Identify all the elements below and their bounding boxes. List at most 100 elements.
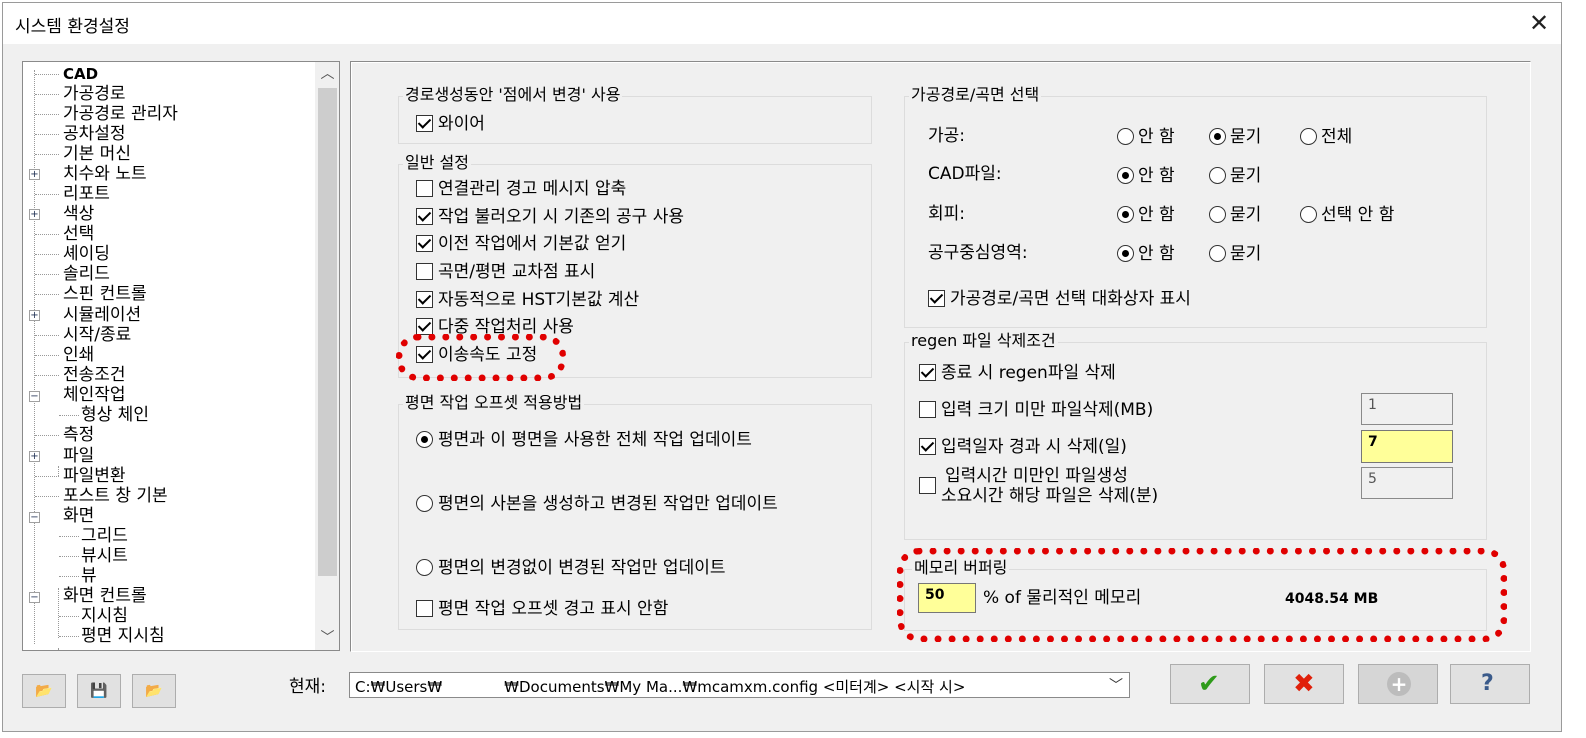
offset-radio-2[interactable] — [416, 495, 433, 512]
tree-item-screen-controls[interactable]: 화면 컨트롤 — [63, 586, 147, 606]
apply-button[interactable]: + — [1358, 664, 1438, 704]
radio-ask[interactable] — [1209, 128, 1226, 145]
collapse-icon[interactable]: − — [29, 592, 40, 603]
radio-ask[interactable] — [1209, 167, 1226, 184]
tree-item-simulation[interactable]: 시뮬레이션 — [63, 305, 141, 325]
tree-item-start-exit[interactable]: 시작/종료 — [63, 325, 131, 345]
checkbox-label: 평면 작업 오프셋 경고 표시 안함 — [438, 599, 669, 619]
scroll-up-icon[interactable]: ︿ — [315, 62, 339, 86]
show-select-dialog-checkbox[interactable] — [928, 290, 945, 307]
radio-none[interactable] — [1117, 167, 1134, 184]
tree-item-toolpath[interactable]: 가공경로 — [63, 84, 126, 104]
checkbox-label: 입력 크기 미만 파일삭제(MB) — [941, 400, 1154, 420]
tree-item-viewsheets[interactable]: 뷰시트 — [81, 546, 128, 566]
tree-item-printing[interactable]: 인쇄 — [63, 345, 94, 365]
tree-item-communications[interactable]: 전송조건 — [63, 365, 126, 385]
group-title: 가공경로/곡면 선택 — [909, 85, 1042, 105]
expand-icon[interactable]: + — [29, 451, 40, 462]
radio-all[interactable] — [1300, 128, 1317, 145]
tree-item-solids[interactable]: 솔리드 — [63, 264, 110, 284]
regen-time-checkbox[interactable] — [919, 477, 936, 494]
merge-file-icon[interactable]: 📂 — [132, 674, 176, 708]
collapse-icon[interactable]: − — [29, 512, 40, 523]
title-bar: 시스템 환경설정 ✕ — [3, 3, 1561, 44]
wire-label: 와이어 — [438, 114, 485, 134]
tree-item-spin-controls[interactable]: 스핀 컨트롤 — [63, 284, 147, 304]
radio-none[interactable] — [1117, 128, 1134, 145]
tree-item-selection[interactable]: 선택 — [63, 224, 94, 244]
tree-item-screen[interactable]: 화면 — [63, 506, 94, 526]
tree-item-default-machine[interactable]: 기본 머신 — [63, 144, 131, 164]
checkbox-item[interactable] — [416, 263, 433, 280]
tree-item-tolerance[interactable]: 공차설정 — [63, 124, 126, 144]
tree-item-measure[interactable]: 측정 — [63, 425, 94, 445]
current-config-path: C:₩Users₩ ₩Documents₩My Ma...₩mcamxm.con… — [355, 678, 966, 696]
checkbox-label: 연결관리 경고 메시지 압축 — [438, 179, 627, 199]
tree-item-dimensions[interactable]: 치수와 노트 — [63, 164, 147, 184]
tree-item-files[interactable]: 파일 — [63, 446, 94, 466]
radio-none[interactable] — [1117, 206, 1134, 223]
ok-button[interactable]: ✔ — [1170, 664, 1250, 704]
tree-item-post-dialog-defaults[interactable]: 포스트 창 기본 — [63, 486, 168, 506]
tree-item-grid[interactable]: 그리드 — [81, 526, 128, 546]
tree-item-chaining[interactable]: 체인작업 — [63, 385, 126, 405]
open-file-icon[interactable]: 📂 — [22, 674, 66, 708]
checkbox-item[interactable] — [416, 318, 433, 335]
tree-item-shading[interactable]: 셰이딩 — [63, 244, 110, 264]
radio-label: 선택 안 함 — [1321, 205, 1395, 225]
current-label: 현재: — [289, 677, 327, 697]
help-button[interactable]: ? — [1450, 664, 1530, 704]
regen-size-input[interactable]: 1 — [1361, 393, 1453, 425]
group-title: 일반 설정 — [403, 153, 471, 173]
radio-none[interactable] — [1117, 245, 1134, 262]
checkbox-label: 종료 시 regen파일 삭제 — [941, 363, 1116, 383]
tree-item-contour-chain[interactable]: 형상 체인 — [81, 405, 149, 425]
cross-icon: ✖ — [1293, 669, 1315, 699]
wire-checkbox[interactable] — [416, 115, 433, 132]
tree-item-cad[interactable]: CAD — [63, 64, 98, 84]
scroll-down-icon[interactable]: ﹀ — [315, 626, 339, 650]
checkbox-label: 곡면/평면 교차점 표시 — [438, 262, 596, 282]
current-config-select[interactable]: C:₩Users₩ ₩Documents₩My Ma...₩mcamxm.con… — [349, 672, 1130, 698]
chevron-down-icon[interactable]: ﹀ — [1109, 675, 1123, 695]
radio-label: 안 함 — [1138, 205, 1175, 225]
radio-ask[interactable] — [1209, 206, 1226, 223]
regen-days-input[interactable]: 7 — [1361, 430, 1453, 463]
cancel-button[interactable]: ✖ — [1264, 664, 1344, 704]
regen-days-checkbox[interactable] — [919, 438, 936, 455]
regen-size-checkbox[interactable] — [919, 401, 936, 418]
checkbox-label: 이전 작업에서 기본값 얻기 — [438, 234, 627, 254]
expand-icon[interactable]: + — [29, 310, 40, 321]
radio-label: 평면과 이 평면을 사용한 전체 작업 업데이트 — [438, 430, 752, 450]
offset-radio-1[interactable] — [416, 431, 433, 448]
checkbox-item[interactable] — [416, 180, 433, 197]
scroll-thumb[interactable] — [318, 88, 337, 576]
tree-item-plane-indicator[interactable]: 평면 지시침 — [81, 626, 165, 646]
radio-deselect[interactable] — [1300, 206, 1317, 223]
tree-item-view[interactable]: 뷰 — [81, 566, 97, 586]
tree-item-indicators[interactable]: 지시침 — [81, 606, 128, 626]
checkbox-item[interactable] — [416, 208, 433, 225]
offset-radio-3[interactable] — [416, 559, 433, 576]
checkbox-item[interactable] — [416, 235, 433, 252]
collapse-icon[interactable]: − — [29, 391, 40, 402]
radio-label: 묻기 — [1230, 244, 1262, 264]
group-title: 평면 작업 오프셋 적용방법 — [403, 393, 585, 413]
tree-scrollbar[interactable]: ︿ ﹀ — [315, 62, 339, 650]
window-title: 시스템 환경설정 — [15, 17, 130, 37]
checkbox-label: 입력시간 미만인 파일생성 — [945, 466, 1128, 486]
tree-item-file-conversion[interactable]: 파일변환 — [63, 466, 126, 486]
category-tree[interactable]: CAD 가공경로 가공경로 관리자 공차설정 기본 머신 + 치수와 노트 리포트… — [22, 61, 340, 651]
close-icon[interactable]: ✕ — [1525, 9, 1553, 37]
offset-warning-checkbox[interactable] — [416, 600, 433, 617]
save-file-icon[interactable]: 💾 — [77, 674, 121, 708]
regen-time-input[interactable]: 5 — [1361, 467, 1453, 499]
checkbox-item[interactable] — [416, 291, 433, 308]
tree-item-colors[interactable]: 색상 — [63, 204, 94, 224]
regen-exit-checkbox[interactable] — [919, 364, 936, 381]
expand-icon[interactable]: + — [29, 169, 40, 180]
tree-item-toolpath-manager[interactable]: 가공경로 관리자 — [63, 104, 178, 124]
tree-item-report[interactable]: 리포트 — [63, 184, 110, 204]
expand-icon[interactable]: + — [29, 209, 40, 220]
radio-ask[interactable] — [1209, 245, 1226, 262]
